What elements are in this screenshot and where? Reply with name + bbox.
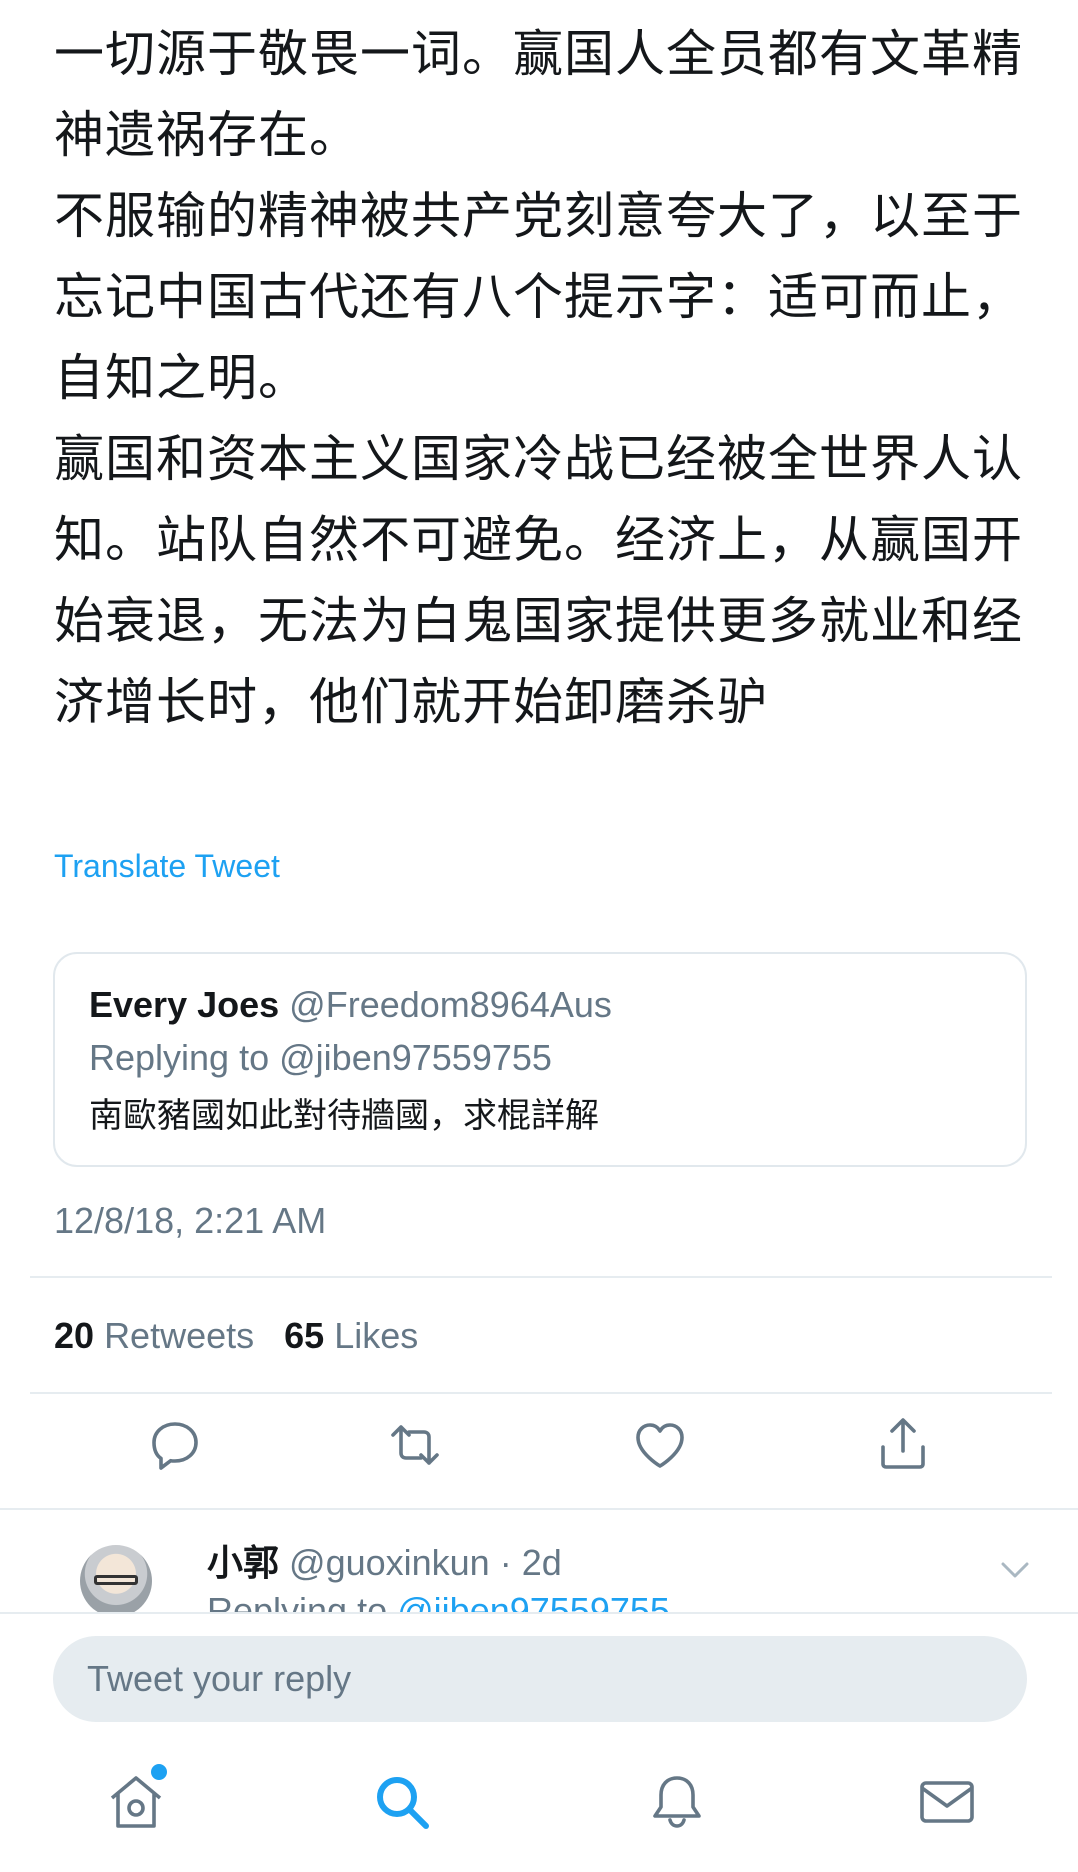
- tweet-actions: [0, 1415, 1078, 1485]
- tab-home[interactable]: [104, 1764, 168, 1834]
- likes-count: 65: [284, 1315, 325, 1356]
- quoted-author-handle: @Freedom8964Aus: [289, 984, 612, 1025]
- reply-header: 小郭 @guoxinkun · 2d: [207, 1534, 562, 1586]
- tweet-paragraph: 一切源于敬畏一词。赢国人全员都有文革精神遗祸存在。: [54, 25, 1023, 164]
- tweet-stats: 20 Retweets 65 Likes: [54, 1315, 418, 1357]
- retweets-stat[interactable]: 20 Retweets: [54, 1315, 254, 1356]
- share-icon: [881, 1418, 925, 1469]
- reply-input[interactable]: [53, 1636, 1027, 1722]
- divider: [30, 1276, 1052, 1278]
- replying-to-handle[interactable]: @jiben97559755: [397, 1590, 670, 1612]
- retweet-icon: [391, 1425, 439, 1465]
- quoted-tweet-text: 南歐豬國如此對待牆國，求棍詳解: [89, 1096, 599, 1136]
- bottom-tab-bar: [0, 1740, 1078, 1872]
- chevron-down-icon: [1001, 1562, 1029, 1578]
- tweet-timestamp: 12/8/18, 2:21 AM: [54, 1200, 327, 1241]
- replying-to-handle: @jiben97559755: [279, 1037, 552, 1078]
- replying-to-label: Replying to: [89, 1037, 270, 1078]
- reply-age: · 2d: [499, 1542, 562, 1583]
- tab-notifications[interactable]: [645, 1770, 709, 1834]
- replying-to-label: Replying to: [207, 1590, 388, 1612]
- avatar-glasses: [94, 1575, 138, 1585]
- tab-search[interactable]: [370, 1770, 434, 1834]
- retweets-count: 20: [54, 1315, 95, 1356]
- reply-author-name: 小郭: [207, 1543, 280, 1584]
- retweet-button[interactable]: [385, 1415, 445, 1475]
- share-button[interactable]: [873, 1415, 933, 1475]
- reply-button[interactable]: [145, 1415, 205, 1475]
- messages-icon: [920, 1781, 974, 1823]
- more-options-button[interactable]: [995, 1555, 1035, 1585]
- tab-messages[interactable]: [915, 1770, 979, 1834]
- tweet-text: 一切源于敬畏一词。赢国人全员都有文革精神遗祸存在。 不服输的精神被共产党刻意夸大…: [54, 14, 1044, 743]
- reply-replying-to: Replying to @jiben97559755: [207, 1590, 670, 1612]
- likes-label: Likes: [334, 1315, 419, 1356]
- tweet-paragraph: 不服输的精神被共产党刻意夸大了，以至于忘记中国古代还有八个提示字：适可而止，自知…: [54, 187, 1023, 407]
- likes-stat[interactable]: 65 Likes: [284, 1315, 418, 1356]
- notification-dot: [151, 1764, 167, 1780]
- notifications-icon: [653, 1776, 701, 1828]
- reply-icon: [152, 1422, 198, 1470]
- quoted-author-name: Every Joes: [89, 984, 280, 1025]
- reply-composer: [0, 1612, 1078, 1732]
- retweets-label: Retweets: [104, 1315, 255, 1356]
- avatar[interactable]: [80, 1545, 152, 1612]
- like-button[interactable]: [630, 1415, 690, 1475]
- like-icon: [636, 1423, 684, 1468]
- reply-author-handle: @guoxinkun: [289, 1542, 490, 1583]
- tweet-paragraph: 赢国和资本主义国家冷战已经被全世界人认知。站队自然不可避免。经济上，从赢国开始衰…: [54, 430, 1023, 731]
- quoted-replying-to: Replying to @jiben97559755: [89, 1030, 991, 1086]
- quoted-tweet-card[interactable]: Every Joes @Freedom8964Aus Replying to @…: [53, 952, 1027, 1167]
- reply-preview[interactable]: 小郭 @guoxinkun · 2d Replying to @jiben975…: [0, 1510, 1078, 1612]
- search-icon: [377, 1777, 429, 1829]
- translate-tweet-link[interactable]: Translate Tweet: [54, 848, 280, 885]
- divider: [30, 1392, 1052, 1394]
- quoted-tweet-header: Every Joes @Freedom8964Aus: [89, 980, 991, 1030]
